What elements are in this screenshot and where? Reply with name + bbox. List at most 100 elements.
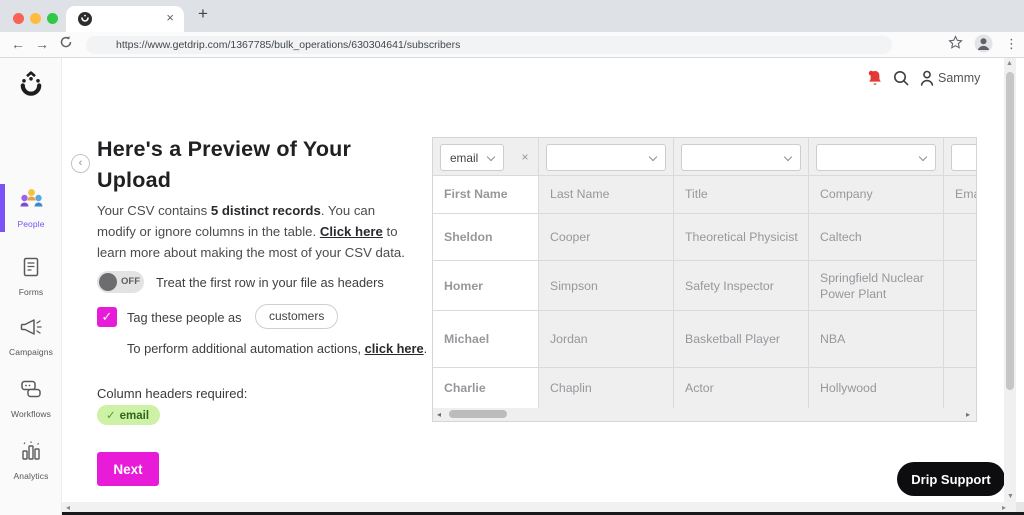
email-mapping-select[interactable]: email [440, 144, 504, 171]
sidebar-item-label: Campaigns [9, 347, 53, 357]
csv-preview-table: email × First Name Last Name Title Compa… [432, 137, 977, 422]
sidebar-item-analytics[interactable]: Analytics [0, 439, 62, 481]
cell-last-name: Simpson [539, 261, 674, 310]
browser-profile-avatar[interactable] [974, 34, 993, 53]
first-row-headers-toggle[interactable]: OFF [97, 271, 144, 293]
table-horizontal-scrollbar[interactable]: ◂ ▸ [433, 407, 976, 421]
window-close-button[interactable] [13, 13, 24, 24]
learn-more-link[interactable]: Click here [320, 224, 383, 239]
scrollbar-thumb[interactable] [1006, 72, 1014, 390]
people-icon [20, 189, 42, 207]
column-mapping-select[interactable] [681, 144, 801, 171]
cell-company: NBA [809, 311, 944, 367]
search-icon[interactable] [892, 69, 910, 87]
column-mapping-select[interactable] [951, 144, 976, 171]
mapping-cell [539, 138, 674, 175]
sidebar-item-label: Analytics [13, 471, 49, 481]
scrollbar-thumb[interactable] [449, 410, 507, 418]
table-row: Charlie Chaplin Actor Hollywood [433, 368, 976, 408]
scroll-right-icon[interactable]: ▸ [966, 410, 970, 419]
remove-mapping-icon[interactable]: × [521, 150, 528, 164]
back-icon[interactable]: ← [11, 35, 25, 53]
table-row: Homer Simpson Safety Inspector Springfie… [433, 261, 976, 311]
sidebar-item-campaigns[interactable]: Campaigns [0, 315, 62, 357]
username-label[interactable]: Sammy [938, 71, 980, 85]
automation-pre: To perform additional automation actions… [127, 341, 365, 356]
sidebar-item-label: Workflows [11, 409, 51, 419]
drip-logo[interactable] [16, 71, 46, 101]
table-row: Sheldon Cooper Theoretical Physicist Cal… [433, 214, 976, 261]
toggle-knob [99, 273, 117, 291]
sidebar-item-label: People [17, 219, 45, 229]
cell-first-name: Charlie [433, 368, 539, 408]
cell-last-name: Jordan [539, 311, 674, 367]
chevron-down-icon [648, 152, 658, 162]
cell-last-name: Cooper [539, 214, 674, 260]
sidebar: People Forms Campaigns Workflows Analyti… [0, 58, 62, 515]
toggle-label: Treat the first row in your file as head… [156, 275, 384, 290]
intro-paragraph: Your CSV contains 5 distinct records. Yo… [97, 200, 415, 263]
sidebar-item-label: Forms [18, 287, 44, 297]
cell-title: Actor [674, 368, 809, 408]
scroll-up-icon[interactable]: ▲ [1006, 60, 1013, 67]
scroll-left-icon[interactable]: ◂ [437, 410, 441, 419]
workflow-icon [21, 380, 41, 398]
mapping-cell: email × [433, 138, 539, 175]
cell-last-name: Chaplin [539, 368, 674, 408]
cell-email [944, 214, 976, 260]
toggle-state-label: OFF [121, 276, 140, 287]
scroll-left-icon[interactable]: ◂ [66, 503, 70, 512]
browser-menu-icon[interactable]: ⋮ [1005, 35, 1018, 53]
back-step-button[interactable]: ‹ [71, 154, 90, 173]
table-row: Michael Jordan Basketball Player NBA [433, 311, 976, 368]
user-icon[interactable] [918, 69, 936, 87]
forward-icon[interactable]: → [35, 35, 49, 53]
check-icon: ✓ [106, 410, 116, 422]
bookmark-star-icon[interactable] [948, 35, 963, 50]
sidebar-item-workflows[interactable]: Workflows [0, 377, 62, 419]
table-header-row: First Name Last Name Title Company Email [433, 176, 976, 214]
column-header: Email [955, 187, 976, 201]
column-mapping-select[interactable] [546, 144, 666, 171]
reload-icon[interactable] [59, 35, 73, 49]
chevron-down-icon [486, 152, 496, 162]
cell-title: Basketball Player [674, 311, 809, 367]
cell-email [944, 261, 976, 310]
sidebar-item-people[interactable]: People [0, 187, 62, 229]
window-vertical-scrollbar[interactable]: ▲ ▼ [1004, 58, 1016, 502]
drip-favicon-icon [78, 12, 92, 26]
cell-company: Hollywood [809, 368, 944, 408]
url-text: https://www.getdrip.com/1367785/bulk_ope… [116, 39, 461, 51]
tag-label: Tag these people as [127, 310, 242, 325]
chevron-down-icon [918, 152, 928, 162]
window-zoom-button[interactable] [47, 13, 58, 24]
column-header: Company [809, 176, 944, 213]
scroll-right-icon[interactable]: ▸ [1002, 503, 1006, 512]
browser-tab[interactable]: × [66, 6, 184, 32]
tag-value-pill[interactable]: customers [255, 304, 339, 329]
tag-checkbox[interactable]: ✓ [97, 307, 117, 327]
sidebar-item-forms[interactable]: Forms [0, 255, 62, 297]
drip-support-button[interactable]: Drip Support [897, 462, 1005, 496]
tab-close-icon[interactable]: × [166, 10, 174, 25]
new-tab-button[interactable]: + [198, 4, 208, 24]
badge-text: email [119, 410, 150, 422]
column-mapping-select[interactable] [816, 144, 936, 171]
intro-count: 5 distinct records [210, 203, 321, 218]
mapping-cell [809, 138, 944, 175]
scroll-down-icon[interactable]: ▼ [1007, 493, 1014, 500]
cell-title: Theoretical Physicist [674, 214, 809, 260]
next-button[interactable]: Next [97, 452, 159, 486]
cell-email [944, 368, 976, 408]
email-required-badge: ✓ email [97, 405, 161, 425]
column-header: First Name [433, 176, 539, 213]
cell-email [944, 311, 976, 367]
automation-link[interactable]: click here [365, 341, 424, 356]
window-minimize-button[interactable] [30, 13, 41, 24]
browser-tab-strip: × + [0, 0, 1024, 32]
url-bar[interactable]: https://www.getdrip.com/1367785/bulk_ope… [86, 36, 892, 54]
browser-toolbar: ← → https://www.getdrip.com/1367785/bulk… [0, 32, 1024, 58]
column-header: Last Name [539, 176, 674, 213]
notifications-bell-icon[interactable] [866, 69, 884, 88]
cell-first-name: Homer [433, 261, 539, 310]
